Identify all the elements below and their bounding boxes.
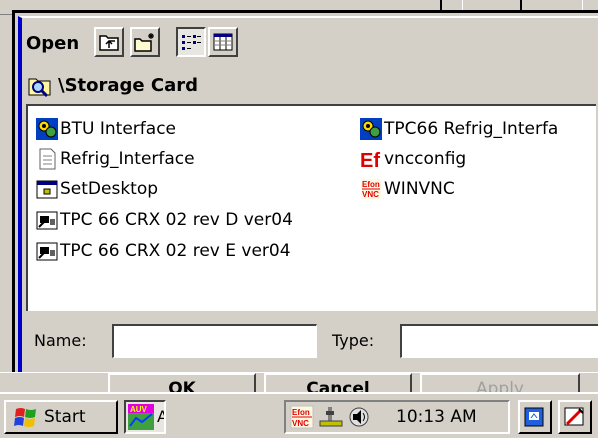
svg-text:VNC: VNC bbox=[292, 419, 309, 428]
file-item[interactable]: BTU Interface bbox=[36, 116, 176, 142]
file-item[interactable]: TPC66 Refrig_Interfa bbox=[360, 116, 558, 142]
desktop-icon bbox=[524, 407, 544, 427]
type-dropdown[interactable] bbox=[400, 324, 598, 358]
speaker-icon[interactable] bbox=[346, 405, 372, 429]
folder-search-icon bbox=[28, 78, 51, 98]
file-item[interactable]: Ef vncconfig bbox=[360, 146, 466, 172]
efon-icon: Ef bbox=[360, 148, 382, 172]
file-item[interactable]: Efon VNC WINVNC bbox=[360, 176, 455, 202]
name-field[interactable] bbox=[112, 324, 317, 358]
app-gears-icon bbox=[360, 118, 382, 140]
show-desktop-button[interactable] bbox=[518, 400, 552, 434]
taskbar: Start AUV A Efon VNC bbox=[0, 392, 598, 438]
windows-flag-icon bbox=[14, 408, 36, 427]
svg-text:VNC: VNC bbox=[362, 190, 379, 199]
network-icon[interactable] bbox=[318, 405, 344, 429]
details-view-button[interactable] bbox=[208, 27, 238, 57]
start-button[interactable]: Start bbox=[4, 400, 118, 434]
name-type-row: Name: Type: bbox=[26, 320, 598, 360]
shortcut-icon bbox=[36, 209, 58, 231]
screen: Open \Storage Card BTU Interface Refrig_… bbox=[0, 0, 598, 438]
file-name: WINVNC bbox=[384, 179, 455, 199]
file-name: SetDesktop bbox=[60, 179, 159, 199]
file-name: TPC66 Refrig_Interfa bbox=[384, 119, 559, 139]
document-icon bbox=[36, 148, 58, 170]
type-label: Type: bbox=[332, 331, 375, 350]
taskbar-app-label: A bbox=[157, 407, 164, 426]
file-item[interactable]: SetDesktop bbox=[36, 176, 158, 202]
file-item[interactable]: Refrig_Interface bbox=[36, 146, 195, 172]
current-folder-bar: \Storage Card bbox=[26, 72, 586, 100]
clock: 10:13 AM bbox=[396, 407, 477, 427]
list-view-icon bbox=[182, 35, 201, 50]
svg-text:Efon: Efon bbox=[292, 408, 310, 417]
current-path: \Storage Card bbox=[58, 75, 199, 96]
up-folder-icon bbox=[99, 35, 119, 51]
app-gears-icon bbox=[36, 118, 58, 140]
file-item[interactable]: TPC 66 CRX 02 rev D ver04 bbox=[36, 207, 293, 233]
new-folder-icon bbox=[134, 33, 154, 52]
file-name: TPC 66 CRX 02 rev D ver04 bbox=[60, 210, 293, 230]
file-item[interactable]: TPC 66 CRX 02 rev E ver04 bbox=[36, 238, 291, 264]
app-window-icon bbox=[36, 178, 58, 200]
input-panel-button[interactable] bbox=[558, 400, 592, 434]
name-label: Name: bbox=[34, 331, 87, 350]
dialog-toolbar: Open bbox=[26, 24, 596, 64]
system-tray: Efon VNC 10:13 AM bbox=[284, 400, 510, 434]
dialog-title: Open bbox=[26, 33, 80, 54]
file-name: Refrig_Interface bbox=[60, 149, 195, 169]
start-label: Start bbox=[44, 407, 86, 427]
file-name: TPC 66 CRX 02 rev E ver04 bbox=[60, 241, 291, 261]
shortcut-icon bbox=[36, 240, 58, 262]
svg-text:Ef: Ef bbox=[360, 150, 380, 170]
app-icon: AUV bbox=[128, 404, 154, 430]
file-name: BTU Interface bbox=[60, 119, 177, 139]
new-folder-button[interactable] bbox=[130, 27, 160, 57]
list-view-button[interactable] bbox=[176, 27, 206, 57]
efon-vnc-icon: Efon VNC bbox=[360, 178, 382, 200]
up-folder-button[interactable] bbox=[94, 27, 124, 57]
svg-text:Efon: Efon bbox=[362, 180, 380, 189]
details-view-icon bbox=[213, 33, 233, 51]
file-name: vncconfig bbox=[384, 149, 467, 169]
efon-vnc-icon[interactable]: Efon VNC bbox=[290, 405, 314, 429]
svg-text:AUV: AUV bbox=[130, 405, 148, 414]
file-list[interactable]: BTU Interface Refrig_Interface SetDeskto… bbox=[26, 104, 596, 311]
taskbar-app-button[interactable]: AUV A bbox=[124, 400, 166, 434]
input-panel-icon bbox=[564, 407, 584, 426]
